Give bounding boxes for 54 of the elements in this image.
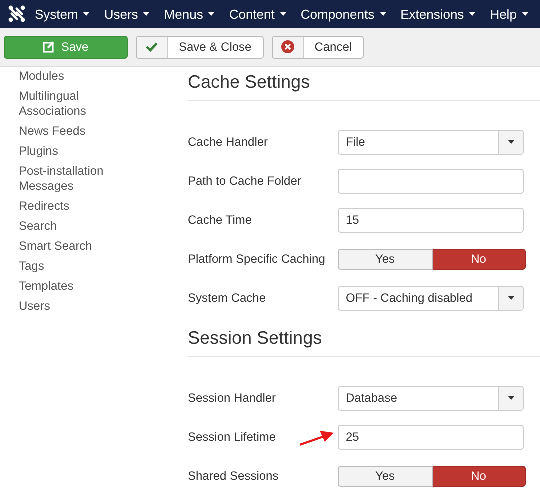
sidebar-item[interactable]: News Feeds xyxy=(19,124,111,139)
save-close-button[interactable]: Save & Close xyxy=(136,36,264,58)
field-label: Platform Specific Caching xyxy=(188,252,326,266)
toggle-option[interactable]: Yes xyxy=(338,248,432,270)
caret-icon xyxy=(508,296,514,300)
caret-icon xyxy=(522,12,529,16)
caret-icon xyxy=(143,12,150,16)
caret-icon xyxy=(380,12,387,16)
section-title: Session Settings xyxy=(188,323,540,357)
caret-icon xyxy=(508,140,514,144)
input-field[interactable]: 25 xyxy=(338,424,524,450)
field-label: Cache Time xyxy=(188,213,252,227)
toggle-option[interactable]: Yes xyxy=(338,466,432,486)
menu-item[interactable]: System xyxy=(28,0,98,28)
caret-icon xyxy=(83,12,90,16)
field-label: Path to Cache Folder xyxy=(188,174,302,188)
sidebar-item[interactable]: Modules xyxy=(19,69,111,84)
cancel-button[interactable]: Cancel xyxy=(272,36,364,58)
caret-icon xyxy=(280,12,287,16)
menu-item[interactable]: Extensions xyxy=(394,0,484,28)
menu-item[interactable]: Users xyxy=(97,0,158,28)
sidebar-item[interactable]: Templates xyxy=(19,279,111,294)
menu-item[interactable]: Menus xyxy=(157,0,222,28)
field-label: System Cache xyxy=(188,291,266,305)
field-label: Session Lifetime xyxy=(188,430,276,444)
caret-icon xyxy=(469,12,476,16)
edit-icon xyxy=(43,41,56,53)
sidebar-item[interactable]: Tags xyxy=(19,259,111,274)
caret-icon xyxy=(208,12,216,16)
toggle-option[interactable]: No xyxy=(432,466,526,486)
sidebar-item[interactable]: Smart Search xyxy=(19,239,111,254)
dropdown-field[interactable]: Database xyxy=(338,386,524,410)
toggle-option[interactable]: No xyxy=(432,248,526,270)
menu-item[interactable]: Help xyxy=(483,0,536,28)
logo-icon[interactable] xyxy=(8,5,26,23)
caret-icon xyxy=(508,396,514,400)
section-title: Cache Settings xyxy=(188,67,540,101)
sidebar-item[interactable]: Search xyxy=(19,219,111,234)
menu-item[interactable]: Components xyxy=(294,0,394,28)
sidebar-item[interactable]: Post-installation Messages xyxy=(19,164,111,194)
sidebar-item[interactable]: Plugins xyxy=(19,144,111,159)
dropdown-field[interactable]: OFF - Caching disabled xyxy=(338,286,524,310)
sidebar-item[interactable]: Users xyxy=(19,299,111,314)
menu-item[interactable]: Content xyxy=(222,0,294,28)
sidebar-item[interactable]: Redirects xyxy=(19,199,111,214)
field-label: Shared Sessions xyxy=(188,469,279,483)
checkmark-icon xyxy=(146,42,158,52)
field-label: Session Handler xyxy=(188,391,276,405)
input-field[interactable]: 15 xyxy=(338,208,524,232)
sidebar-item[interactable]: Multilingual Associations xyxy=(19,89,111,119)
close-icon xyxy=(280,40,295,54)
dropdown-field[interactable]: File xyxy=(338,130,524,154)
field-label: Cache Handler xyxy=(188,135,268,149)
input-field[interactable] xyxy=(338,168,524,194)
